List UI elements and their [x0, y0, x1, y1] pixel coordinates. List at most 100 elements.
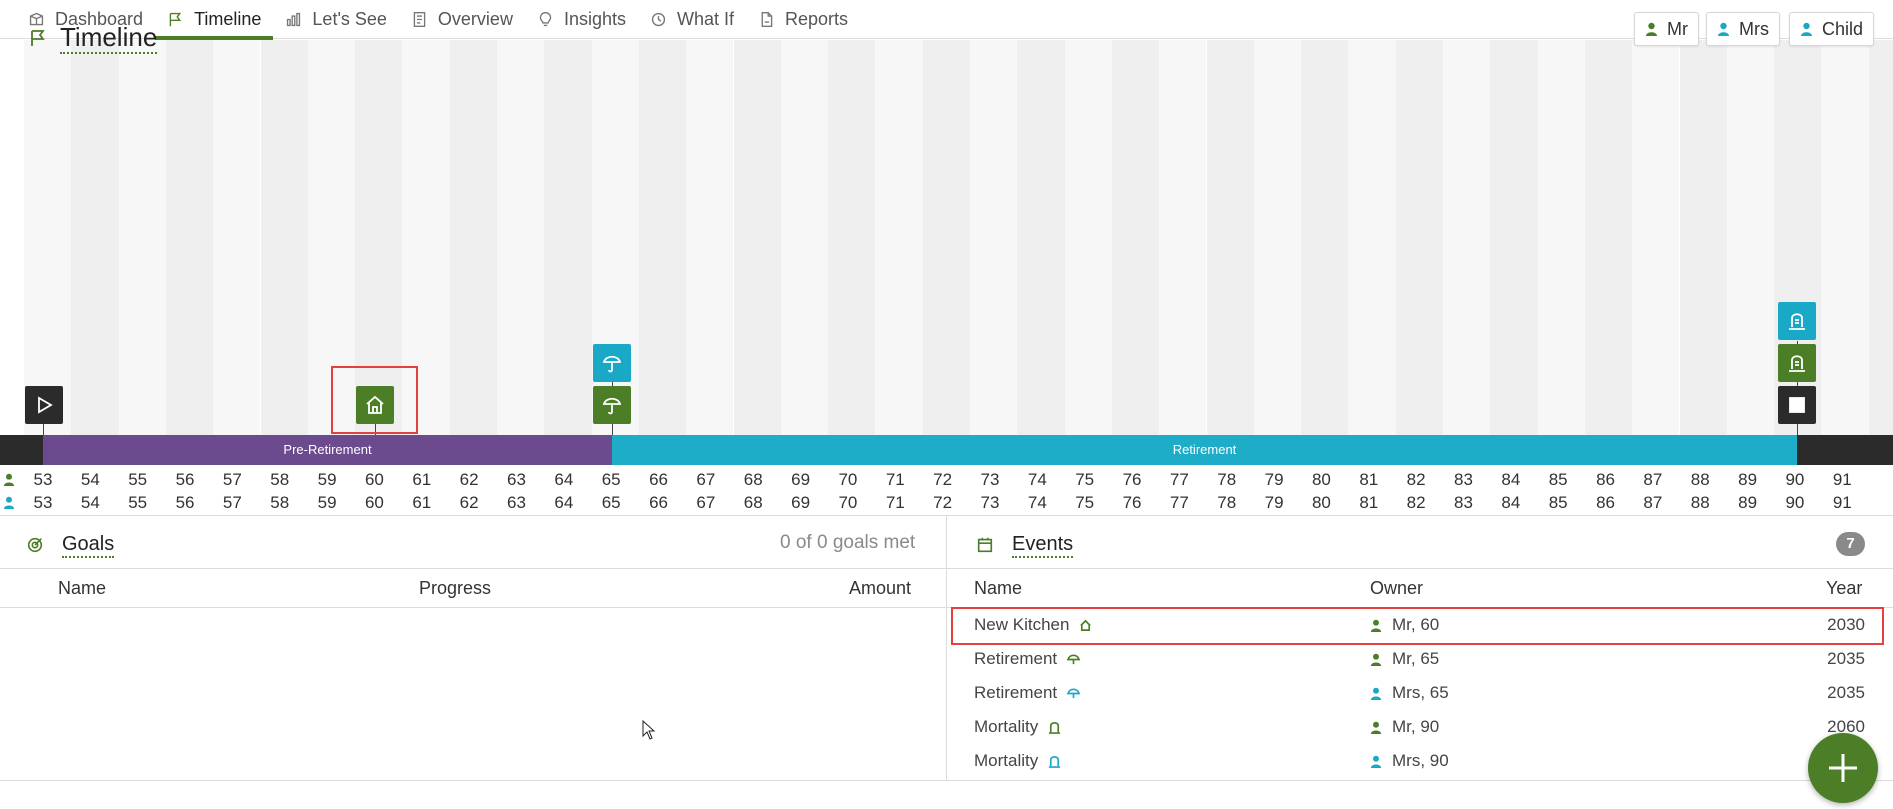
age-label: 61: [412, 470, 432, 489]
tab-timeline[interactable]: Timeline: [155, 0, 274, 40]
event-owner: Mrs, 65: [1392, 683, 1449, 702]
goals-col-progress[interactable]: Progress: [419, 577, 491, 599]
phase-pre-retirement-label: Pre-Retirement: [283, 442, 372, 457]
age-label: 70: [838, 470, 858, 489]
age-label: 58: [270, 493, 290, 512]
flag-icon: [31, 30, 45, 46]
marker-stem: [43, 424, 44, 435]
legend-label: Mr: [1667, 18, 1688, 39]
age-label: 65: [601, 470, 621, 489]
age-label: 80: [1311, 493, 1331, 512]
age-label: 57: [222, 493, 242, 512]
timeline-stripe: [1395, 40, 1443, 436]
timeline-stripe: [875, 40, 923, 436]
events-col-owner[interactable]: Owner: [1370, 577, 1423, 599]
retirement-mr-marker[interactable]: [593, 386, 631, 424]
age-label: 72: [933, 493, 953, 512]
timeline-stripe: [165, 40, 214, 436]
age-label: 87: [1643, 470, 1663, 489]
legend-child[interactable]: Child: [1789, 12, 1875, 46]
goals-col-amount[interactable]: Amount: [849, 577, 911, 599]
tab-what-if[interactable]: What If: [638, 0, 746, 39]
age-label: 61: [412, 493, 432, 512]
timeline-stripe: [686, 40, 734, 436]
age-label: 70: [838, 493, 858, 512]
age-label: 66: [649, 470, 668, 489]
age-label: 83: [1454, 470, 1473, 489]
table-row[interactable]: Mortality Mrs, 90: [946, 745, 1893, 779]
tombstone-icon: [1049, 721, 1061, 734]
timeline-stripe: [1584, 40, 1633, 436]
tab-insights[interactable]: Insights: [525, 0, 638, 39]
events-col-year[interactable]: Year: [1826, 577, 1862, 599]
tab-label: Let's See: [312, 9, 387, 29]
goals-col-name[interactable]: Name: [58, 577, 106, 599]
events-title[interactable]: Events: [1012, 532, 1074, 558]
age-label: 75: [1075, 493, 1095, 512]
umbrella-icon: [1067, 687, 1081, 698]
age-label: 76: [1122, 493, 1142, 512]
timeline-stripe: [1821, 40, 1869, 436]
event-name-cell: Retirement: [974, 683, 1081, 703]
age-label: 86: [1596, 493, 1615, 512]
age-label: 72: [933, 470, 953, 489]
end-marker[interactable]: [1778, 386, 1816, 424]
age-label: 76: [1122, 470, 1142, 489]
tab-overview[interactable]: Overview: [399, 0, 525, 39]
timeline-area: [0, 40, 1893, 436]
age-label: 87: [1643, 493, 1663, 512]
event-name-cell: Retirement: [974, 649, 1081, 669]
divider: [0, 780, 1893, 781]
timeline-stripe: [828, 40, 876, 436]
event-owner: Mrs, 90: [1392, 751, 1449, 770]
age-label: 56: [175, 470, 195, 489]
tombstone-icon: [1049, 755, 1061, 768]
event-year: 2035: [1827, 683, 1865, 702]
add-button[interactable]: [1808, 733, 1878, 803]
event-name: Mortality: [974, 717, 1039, 736]
age-label: 55: [128, 493, 148, 512]
age-label: 53: [33, 493, 53, 512]
report-icon: [761, 12, 773, 27]
age-label: 59: [317, 493, 337, 512]
timeline-stripe: [638, 40, 687, 436]
age-label: 77: [1169, 470, 1189, 489]
age-label: 64: [554, 470, 574, 489]
main-tab-bar: Dashboard Timeline Let's See Overview In…: [0, 0, 1893, 40]
event-name: Mortality: [974, 751, 1039, 770]
age-label: 88: [1690, 470, 1710, 489]
age-label: 68: [743, 493, 763, 512]
goals-summary: 0 of 0 goals met: [780, 532, 916, 553]
tab-label: Insights: [563, 9, 626, 29]
timeline-title: Timeline: [28, 22, 158, 54]
timeline-stripe: [71, 40, 119, 436]
events-count-badge: 7: [1836, 532, 1865, 556]
mortality-mr-marker[interactable]: [1778, 344, 1816, 382]
events-col-name[interactable]: Name: [974, 577, 1022, 599]
event-owner-cell: Mr, 90: [1370, 717, 1439, 737]
age-row-mrs: 53 54 55 56 57 58 59 60 61 62 63 64 65 66 67 68 69 70 71 72…: [0, 491, 1893, 515]
tab-reports[interactable]: Reports: [746, 0, 860, 39]
timeline-stripe: [1490, 40, 1538, 436]
age-label: 54: [80, 470, 100, 489]
timeline-title-text[interactable]: Timeline: [60, 22, 158, 54]
mouse-cursor-icon: [642, 720, 656, 740]
table-row[interactable]: Retirement Mr, 65 2035: [946, 643, 1893, 677]
age-label: 79: [1264, 493, 1284, 512]
tab-lets-see[interactable]: Let's See: [273, 0, 399, 39]
play-icon: [38, 396, 53, 414]
goals-title[interactable]: Goals: [62, 532, 115, 558]
age-label: 73: [980, 493, 1000, 512]
tab-label: Timeline: [194, 9, 262, 29]
legend-mr[interactable]: Mr: [1634, 12, 1699, 46]
mortality-mrs-marker[interactable]: [1778, 302, 1816, 340]
start-marker[interactable]: [25, 386, 63, 424]
table-row[interactable]: Mortality Mr, 90 2060: [946, 711, 1893, 745]
table-row[interactable]: Retirement Mrs, 65 2035: [946, 677, 1893, 711]
legend-mrs[interactable]: Mrs: [1706, 12, 1780, 46]
timeline-stripe: [118, 40, 166, 436]
age-label: 63: [507, 470, 526, 489]
events-header: Events: [976, 522, 1074, 568]
marker-stem: [1797, 424, 1798, 435]
retirement-mrs-marker[interactable]: [593, 344, 631, 382]
